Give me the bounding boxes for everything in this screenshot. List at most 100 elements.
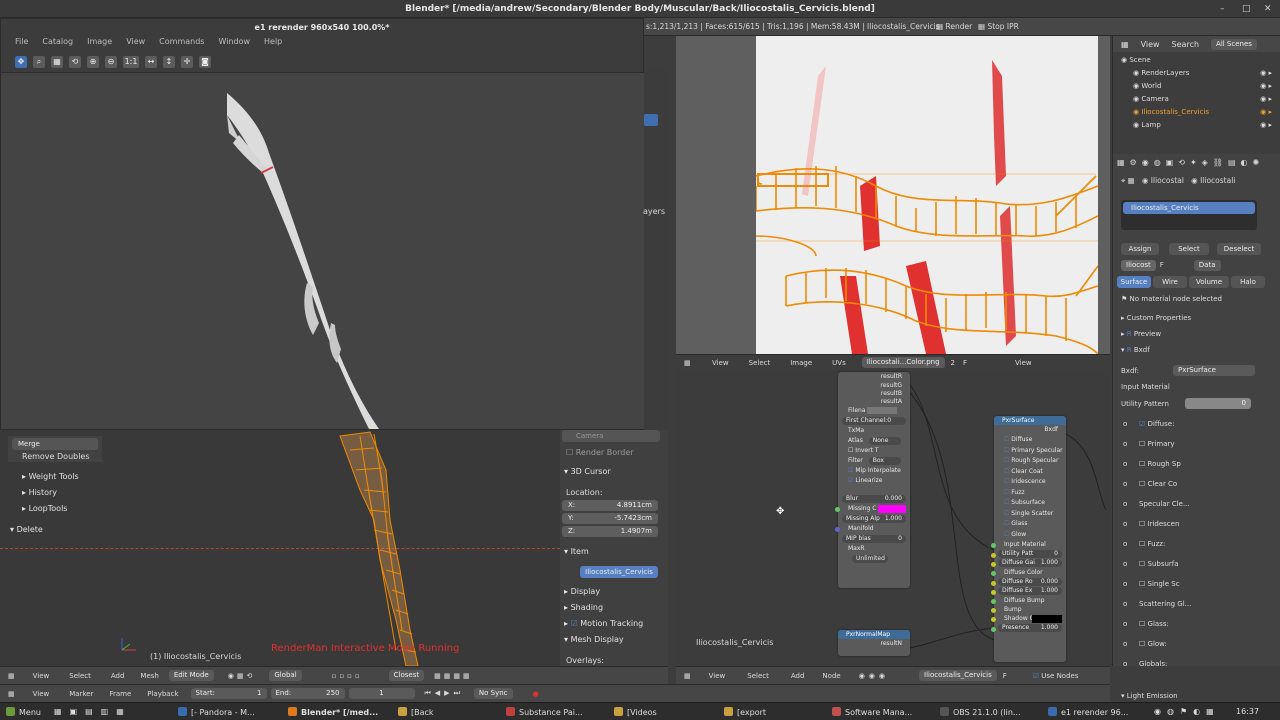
output-resultB[interactable]: resultB	[838, 390, 910, 398]
taskbar-window-button[interactable]: [Back	[398, 707, 434, 717]
scene-filter-dropdown[interactable]: All Scenes	[1211, 38, 1257, 50]
cursor-z-field[interactable]: Z: 1.4907m	[562, 526, 658, 537]
outliner-search-menu[interactable]: Search	[1172, 40, 1199, 49]
merge-button[interactable]: Merge	[12, 438, 98, 450]
assign-button[interactable]: Assign	[1121, 243, 1159, 255]
deselect-button[interactable]: Deselect	[1217, 243, 1261, 255]
filename-field[interactable]	[867, 407, 898, 414]
properties-context-tabs[interactable]: ▦⚙◉◍▣⟲✦◈⛓▤◐✺	[1117, 156, 1277, 168]
zoom-tool-icon[interactable]: ⌕	[33, 55, 45, 68]
uv-view2-menu[interactable]: View	[1015, 359, 1032, 367]
node-editor-type-icon[interactable]: ▦	[684, 672, 691, 680]
visibility-icon[interactable]: ◉ ▸	[1260, 93, 1272, 106]
surface-input[interactable]: Diffuse Color	[991, 568, 1066, 577]
surface-lobe-toggle[interactable]: ☐ Single Scatter	[994, 509, 1066, 520]
node-select-menu[interactable]: Select	[747, 672, 769, 680]
missing-color-row[interactable]: Missing C	[835, 504, 910, 514]
outliner-item[interactable]: ◉ Lamp ◉ ▸	[1113, 119, 1280, 132]
item-section[interactable]: ▾ Item	[564, 547, 589, 556]
zoom-ratio-button[interactable]: 1:1	[123, 55, 139, 68]
material-slot-item[interactable]: Iliocostalis_Cervicis	[1123, 202, 1255, 214]
mode-dropdown[interactable]: Edit Mode	[168, 670, 214, 681]
lobe-enable-checkbox[interactable]: ☐	[1139, 540, 1148, 548]
node-material-field[interactable]: Iliocostalis_Cervicis	[919, 670, 997, 681]
material-name-field[interactable]: Iliocost	[1121, 259, 1156, 271]
surface-input[interactable]: Input Material	[991, 540, 1066, 549]
outliner-item[interactable]: ◉ Iliocostalis_Cervicis ◉ ▸	[1113, 106, 1280, 119]
stop-ipr-button[interactable]: ▦ Stop IPR	[978, 22, 1019, 31]
surface-input[interactable]: Diffuse Gai 1.000	[991, 559, 1062, 567]
start-menu-button[interactable]: Menu	[6, 707, 41, 717]
remove-doubles-button[interactable]: Remove Doubles	[22, 452, 102, 461]
lobe-row[interactable]: o ☑ Diffuse:	[1123, 420, 1174, 428]
3d-view-menu[interactable]: View	[33, 672, 50, 680]
taskbar-window-button[interactable]: [export	[724, 707, 766, 717]
uv-image-editor[interactable]	[676, 36, 1110, 355]
fake-user-toggle[interactable]: F	[963, 359, 967, 367]
record-icon[interactable]: ●	[533, 690, 539, 698]
shader-type-icons[interactable]: ◉◉◉	[859, 672, 889, 680]
taskbar-window-button[interactable]: e1 rerender 96...	[1048, 707, 1128, 717]
lobe-enable-checkbox[interactable]: ☐	[1139, 640, 1148, 648]
lobe-row[interactable]: o ☐ Primary	[1123, 440, 1175, 448]
image-slot[interactable]: 2	[951, 359, 955, 367]
surface-input[interactable]: Utility Patt 0	[991, 550, 1062, 558]
preview-section[interactable]: ▸ R Preview	[1121, 330, 1161, 338]
taskbar-window-button[interactable]: OBS 21.1.0 (lin...	[940, 707, 1021, 717]
normal-map-node-header[interactable]: PxrNormalMap	[838, 630, 910, 639]
item-name-field[interactable]: Iliocostalis_Cervicis	[580, 566, 658, 578]
bxdf-output[interactable]: Bxdf	[994, 425, 1066, 435]
outliner-item[interactable]: ◉ Camera ◉ ▸	[1113, 93, 1280, 106]
socket[interactable]	[991, 590, 996, 595]
connect-socket-icon[interactable]: o	[1123, 620, 1139, 628]
socket[interactable]	[991, 553, 996, 558]
linearize-checkbox[interactable]: ☑ Linearize	[838, 476, 910, 486]
atlas-dropdown[interactable]: None	[868, 437, 901, 445]
utility-pattern-field[interactable]: 0	[1185, 398, 1251, 409]
quick-launch-icons[interactable]: ▦▣▤▥▦	[54, 707, 132, 716]
render-window[interactable]: e1 rerender 960x540 100.0%* File Catalog…	[0, 18, 645, 430]
material-fake-user[interactable]: F	[1160, 261, 1164, 269]
texture-node[interactable]: resultR resultG resultB resultA Filena F…	[835, 372, 910, 588]
connect-socket-icon[interactable]: o	[1123, 540, 1139, 548]
outliner-view-menu[interactable]: View	[1141, 40, 1160, 49]
tab-surface[interactable]: Surface	[1117, 276, 1151, 288]
connect-socket-icon[interactable]: o	[1123, 640, 1139, 648]
surface-lobe-toggle[interactable]: ☐ Rough Specular	[994, 456, 1066, 467]
timeline-marker-menu[interactable]: Marker	[69, 690, 93, 698]
uv-uvs-menu[interactable]: UVs	[832, 359, 846, 367]
taskbar-window-button[interactable]: Blender* [/med...	[288, 707, 378, 717]
socket[interactable]	[991, 599, 996, 604]
shading-section[interactable]: ▸ Shading	[564, 603, 603, 612]
sync-dropdown[interactable]: No Sync	[473, 688, 513, 699]
surface-lobe-toggle[interactable]: ☐ Glass	[994, 519, 1066, 530]
display-section[interactable]: ▸ Display	[564, 587, 600, 596]
menu-window[interactable]: Window	[218, 37, 250, 51]
connect-socket-icon[interactable]: o	[1123, 660, 1139, 668]
connect-socket-icon[interactable]: o	[1123, 440, 1139, 448]
outliner-item[interactable]: ◉ Scene	[1113, 54, 1280, 67]
rotate-tool-icon[interactable]: ⟲	[69, 55, 81, 68]
pxr-surface-header[interactable]: PxrSurface	[994, 416, 1066, 425]
zoom-out-icon[interactable]: ⊖	[105, 55, 117, 68]
custom-properties-section[interactable]: ▸ Custom Properties	[1121, 314, 1191, 322]
timeline-type-icon[interactable]: ▦	[8, 690, 15, 698]
image-name-field[interactable]: Iliocostali...Color.png	[861, 357, 945, 368]
lobe-enable-checkbox[interactable]: ☐	[1139, 480, 1148, 488]
manifold-row[interactable]: Manifold	[835, 524, 910, 534]
lobe-row[interactable]: o ☐ Glow:	[1123, 640, 1167, 648]
filter-row[interactable]: Filter Box	[838, 456, 910, 466]
render-border-checkbox[interactable]: ☐ Render Border	[566, 448, 634, 457]
layers-tab-label[interactable]: ayers	[643, 207, 665, 216]
surface-input[interactable]: Diffuse Bump	[991, 596, 1066, 605]
current-frame-field[interactable]: 1	[348, 688, 415, 699]
panel-weight-tools[interactable]: ▸ Weight Tools	[22, 472, 79, 481]
3d-add-menu[interactable]: Add	[111, 672, 125, 680]
motion-tracking-section[interactable]: ▸ ☑ Motion Tracking	[564, 619, 643, 628]
end-frame-field[interactable]: End: 250	[270, 688, 345, 699]
menu-commands[interactable]: Commands	[159, 37, 204, 51]
snap-icons[interactable]: ▦▦▦▦	[434, 672, 472, 680]
surface-lobe-toggle[interactable]: ☐ Iridescence	[994, 477, 1066, 488]
lobe-row[interactable]: o ☐ Single Sc	[1123, 580, 1180, 588]
mip-bias-field[interactable]: MIP bias 0	[842, 535, 906, 543]
